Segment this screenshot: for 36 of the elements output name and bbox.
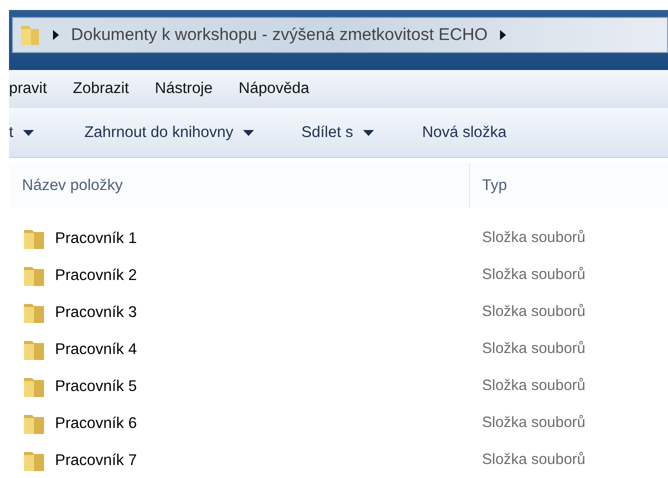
- file-name[interactable]: Pracovník 3: [55, 300, 137, 324]
- file-name[interactable]: Pracovník 1: [55, 226, 137, 250]
- address-bar[interactable]: Dokumenty k workshopu - zvýšená zmetkovitost ECHO: [12, 17, 668, 53]
- column-header[interactable]: Název položky: [9, 163, 470, 208]
- file-type: Složka souborů: [482, 229, 586, 246]
- folder-icon: [23, 302, 45, 324]
- file-type: Složka souborů: [482, 377, 586, 394]
- file-name[interactable]: Pracovník 7: [55, 448, 137, 472]
- file-type: Složka souborů: [482, 340, 586, 358]
- folder-icon: [19, 23, 41, 47]
- file-name[interactable]: Pracovník 6: [55, 412, 137, 436]
- menu-item[interactable]: Nápověda: [238, 77, 310, 101]
- toolbar-button[interactable]: t: [9, 120, 34, 144]
- column-header[interactable]: Typ: [470, 163, 668, 208]
- file-name[interactable]: Pracovník 5: [55, 374, 137, 398]
- menu-item[interactable]: Zobrazit: [72, 77, 129, 101]
- file-type: Složka souborů: [482, 414, 586, 432]
- toolbar-button[interactable]: Nová složka: [374, 120, 507, 144]
- folder-icon: [23, 264, 45, 286]
- file-type: Složka souborů: [482, 303, 586, 320]
- folder-icon: [23, 412, 45, 434]
- file-name[interactable]: Pracovník 2: [55, 264, 137, 288]
- folder-icon: [23, 228, 45, 250]
- folder-icon: [23, 450, 45, 472]
- menu-item[interactable]: pravit: [9, 77, 47, 101]
- file-name[interactable]: Pracovník 4: [55, 338, 137, 362]
- folder-icon: [23, 338, 45, 360]
- arrow-icon[interactable]: [500, 30, 506, 40]
- menu-item[interactable]: Nástroje: [154, 77, 213, 101]
- folder-icon: [23, 376, 45, 398]
- address-path: Dokumenty k workshopu - zvýšená zmetkovitost ECHO: [71, 24, 488, 46]
- file-type: Složka souborů: [482, 451, 586, 468]
- arrow-icon: [53, 30, 59, 40]
- toolbar-button[interactable]: Sdílet s: [254, 120, 374, 144]
- toolbar-button[interactable]: Zahrnout do knihovny: [34, 120, 254, 144]
- file-type: Složka souborů: [482, 266, 586, 284]
